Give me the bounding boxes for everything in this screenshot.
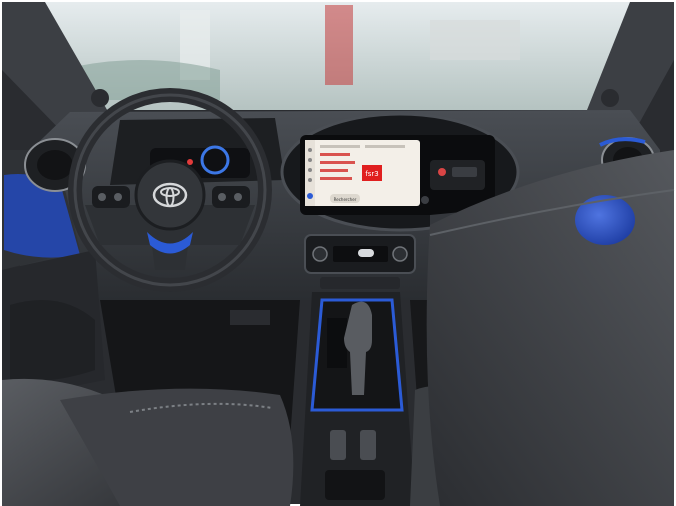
infotainment-screen[interactable]: fsr3 Rechercher xyxy=(305,140,420,206)
climate-dial-right[interactable] xyxy=(392,246,408,262)
lower-button-row[interactable] xyxy=(320,277,400,289)
station-logo-text: fsr3 xyxy=(365,170,378,178)
list-line xyxy=(320,169,348,172)
red-sign-reflection xyxy=(325,5,353,85)
gear-indicator xyxy=(327,318,347,368)
seat-headrest-logo-badge xyxy=(575,195,635,245)
sidebar-icon[interactable] xyxy=(308,178,312,182)
left-wheel-controls[interactable] xyxy=(92,186,130,208)
header-line xyxy=(365,145,405,148)
left-pillar-speaker xyxy=(91,89,109,107)
console-switch-left[interactable] xyxy=(330,430,346,460)
pedal[interactable] xyxy=(230,310,270,325)
car-interior-photo: fsr3 Rechercher xyxy=(0,0,676,506)
building-reflection xyxy=(430,20,520,60)
left-vent-center xyxy=(37,150,73,180)
climate-dial-left[interactable] xyxy=(312,246,328,262)
sidebar-icon[interactable] xyxy=(308,148,312,152)
right-pillar-speaker xyxy=(601,89,619,107)
list-line xyxy=(320,153,350,156)
cup-holder xyxy=(325,470,385,500)
console-switch-right[interactable] xyxy=(360,430,376,460)
right-wheel-controls[interactable] xyxy=(212,186,250,208)
sidebar-icon[interactable] xyxy=(308,158,312,162)
list-line xyxy=(320,177,352,180)
assistant-icon[interactable] xyxy=(307,193,313,199)
sidebar-icon[interactable] xyxy=(308,168,312,172)
search-button-label: Rechercher xyxy=(334,197,357,202)
control-button[interactable] xyxy=(452,167,477,177)
door-storage xyxy=(10,300,95,382)
list-line xyxy=(320,161,355,164)
car-interior-illustration: fsr3 Rechercher xyxy=(0,0,676,506)
volume-knob[interactable] xyxy=(421,196,429,204)
climate-icon xyxy=(358,249,374,257)
list-line xyxy=(320,145,360,148)
hazard-button[interactable] xyxy=(438,168,446,176)
cluster-warning-light xyxy=(187,159,193,165)
